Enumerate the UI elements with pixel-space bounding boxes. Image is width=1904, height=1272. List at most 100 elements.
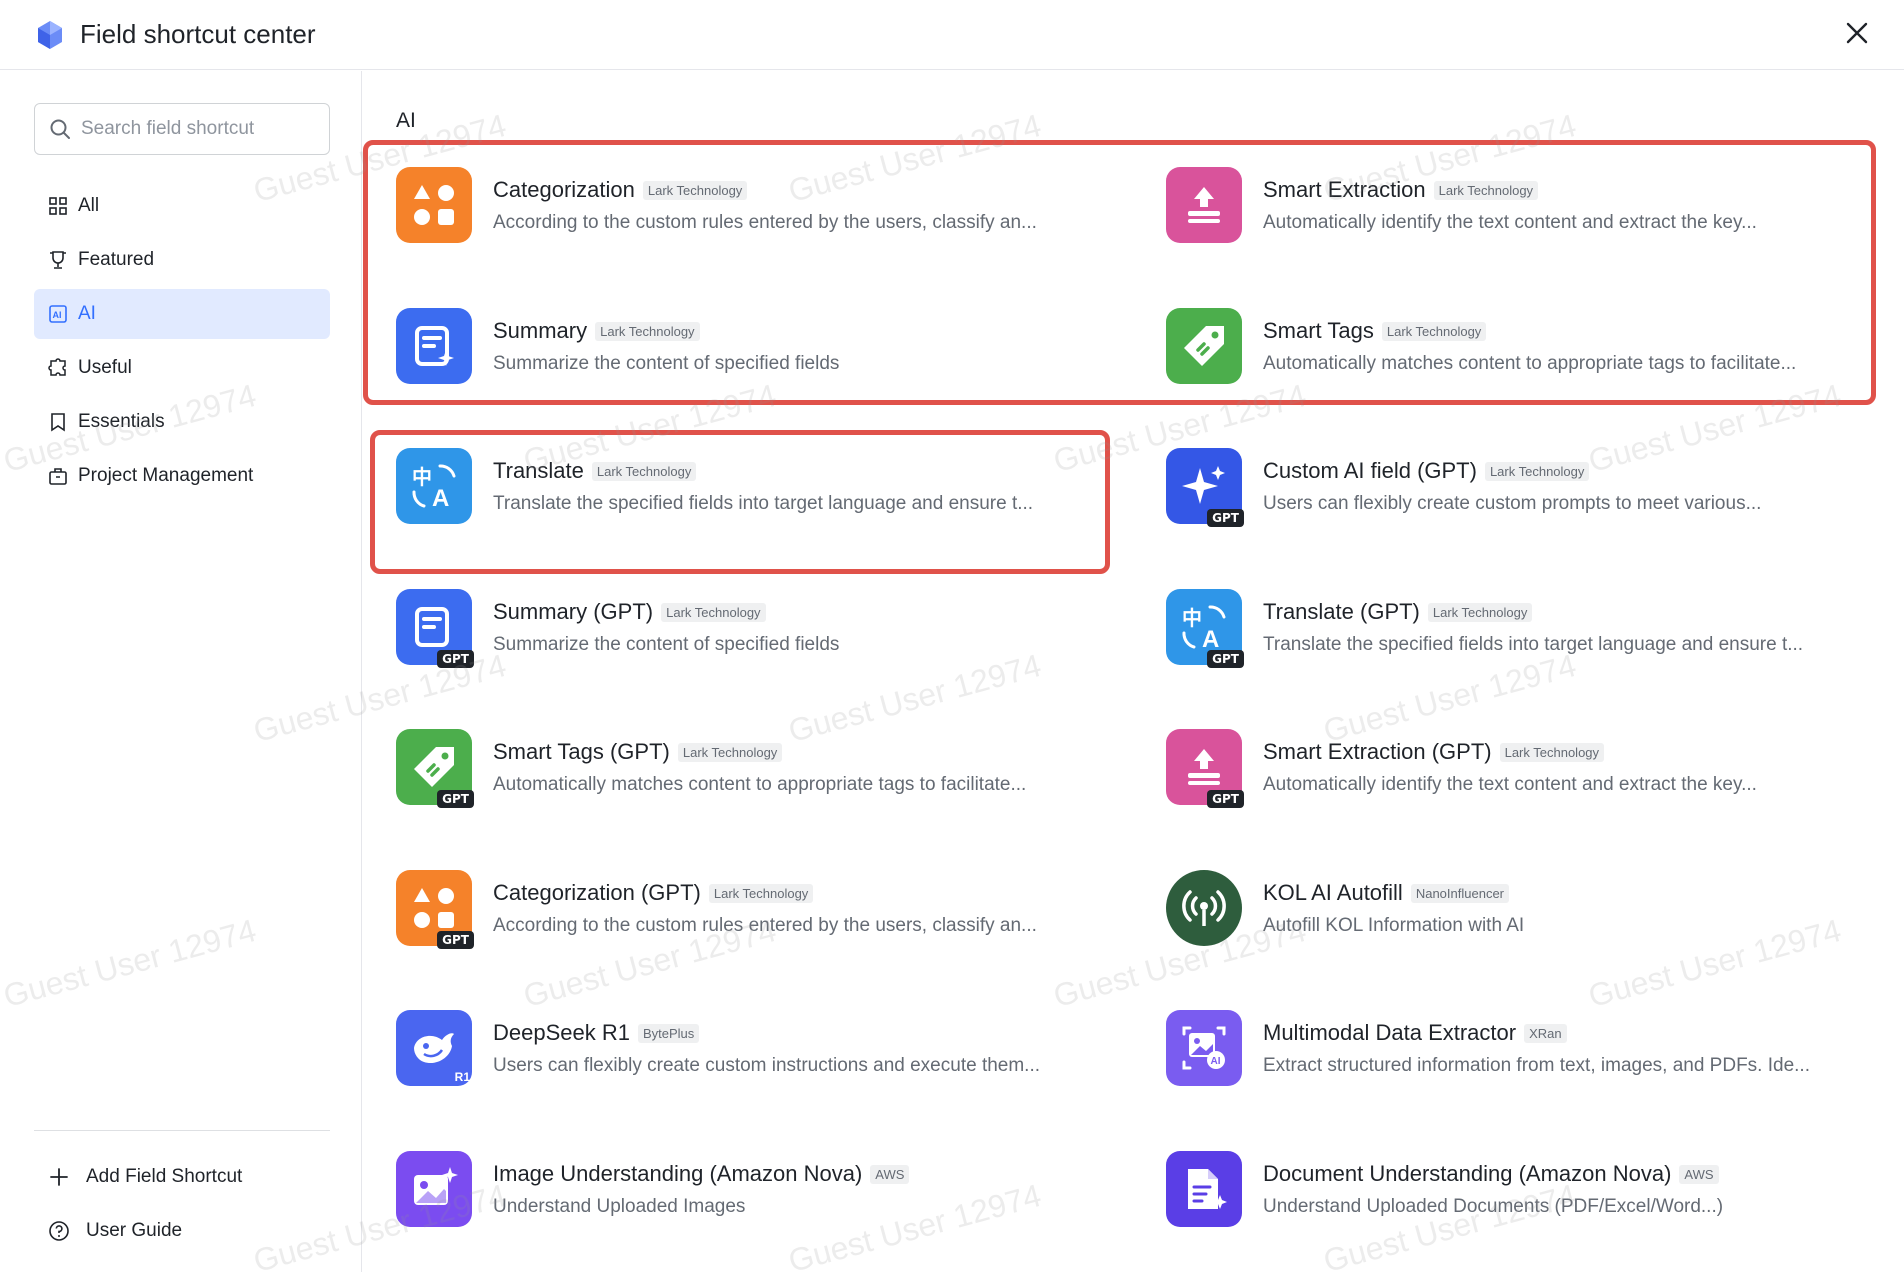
provider-badge: BytePlus bbox=[637, 1023, 700, 1043]
card-description: Summarize the content of specified field… bbox=[493, 353, 840, 374]
gpt-badge: GPT bbox=[1207, 790, 1244, 808]
card-description: Users can flexibly create custom instruc… bbox=[493, 1055, 1041, 1076]
card-title: Smart Tags bbox=[1263, 318, 1374, 343]
user-guide-button[interactable]: User Guide bbox=[34, 1207, 330, 1255]
sidebar-item-project-management[interactable]: Project Management bbox=[34, 451, 330, 501]
provider-badge: Lark Technology bbox=[1433, 180, 1539, 200]
sidebar-item-featured[interactable]: Featured bbox=[34, 235, 330, 285]
card-description: According to the custom rules entered by… bbox=[493, 212, 1037, 233]
sidebar-item-label: Essentials bbox=[78, 411, 165, 432]
search-input[interactable] bbox=[81, 118, 321, 140]
whale-icon: R1 bbox=[396, 1010, 472, 1086]
card-description: Automatically identify the text content … bbox=[1263, 774, 1757, 795]
sparkle-icon: GPT bbox=[1166, 448, 1244, 527]
provider-badge: Lark Technology bbox=[708, 883, 814, 903]
card-title: Smart Extraction (GPT) bbox=[1263, 739, 1492, 764]
gpt-badge: GPT bbox=[437, 931, 474, 949]
card-description: Extract structured information from text… bbox=[1263, 1055, 1810, 1076]
provider-badge: Lark Technology bbox=[591, 461, 697, 481]
sidebar: All Featured AI AI Useful Essentials Pro… bbox=[0, 71, 362, 1272]
shortcut-card[interactable]: AI Multimodal Data Extractor XRan Extract… bbox=[1166, 1010, 1904, 1110]
card-description: Automatically identify the text content … bbox=[1263, 212, 1757, 233]
grid-icon bbox=[49, 197, 67, 215]
svg-text:A: A bbox=[1202, 626, 1219, 651]
shortcut-card[interactable]: 中A Translate Lark Technology Translate th… bbox=[396, 448, 1136, 548]
svg-text:中: 中 bbox=[412, 465, 432, 489]
add-field-shortcut-label: Add Field Shortcut bbox=[86, 1166, 243, 1187]
provider-badge: NanoInfluencer bbox=[1410, 883, 1509, 903]
provider-badge: Lark Technology bbox=[1499, 742, 1605, 762]
tag-icon: GPT bbox=[396, 729, 474, 808]
shortcut-card[interactable]: 中A GPT Translate (GPT) Lark Technology Tr… bbox=[1166, 589, 1904, 689]
sidebar-item-essentials[interactable]: Essentials bbox=[34, 397, 330, 447]
card-title: DeepSeek R1 bbox=[493, 1020, 630, 1045]
sidebar-item-label: Useful bbox=[78, 357, 132, 378]
broadcast-icon bbox=[1166, 870, 1242, 946]
categorize-icon: GPT bbox=[396, 870, 474, 949]
sidebar-item-label: All bbox=[78, 195, 100, 216]
card-description: Autofill KOL Information with AI bbox=[1263, 915, 1525, 936]
card-description: Automatically matches content to appropr… bbox=[493, 774, 1027, 795]
categorize-icon bbox=[396, 167, 472, 243]
dialog-header: Field shortcut center bbox=[0, 0, 1904, 70]
extract-icon: GPT bbox=[1166, 729, 1244, 808]
svg-text:A: A bbox=[432, 485, 449, 510]
card-description: Translate the specified fields into targ… bbox=[1263, 634, 1804, 655]
search-box[interactable] bbox=[34, 103, 330, 155]
shortcut-card[interactable]: Smart Extraction Lark Technology Automati… bbox=[1166, 167, 1904, 267]
card-title: Categorization (GPT) bbox=[493, 880, 701, 905]
gpt-badge: GPT bbox=[437, 790, 474, 808]
category-nav: All Featured AI AI Useful Essentials Pro… bbox=[34, 181, 330, 505]
shortcut-card[interactable]: Summary Lark Technology Summarize the con… bbox=[396, 308, 1136, 408]
card-title: Translate (GPT) bbox=[1263, 599, 1420, 624]
sidebar-item-label: Project Management bbox=[78, 465, 254, 486]
plus-icon bbox=[50, 1168, 68, 1186]
provider-badge: AWS bbox=[1679, 1164, 1719, 1184]
shortcut-card[interactable]: GPT Smart Extraction (GPT) Lark Technolog… bbox=[1166, 729, 1904, 829]
shortcut-card[interactable]: GPT Custom AI field (GPT) Lark Technology… bbox=[1166, 448, 1904, 548]
shortcut-card[interactable]: Categorization Lark Technology According … bbox=[396, 167, 1136, 267]
svg-text:AI: AI bbox=[1211, 1056, 1221, 1067]
shortcut-card[interactable]: R1 DeepSeek R1 BytePlus Users can flexibl… bbox=[396, 1010, 1136, 1110]
ai-icon: AI bbox=[49, 305, 67, 323]
card-description: Automatically matches content to appropr… bbox=[1263, 353, 1797, 374]
provider-badge: AWS bbox=[870, 1164, 910, 1184]
provider-badge: Lark Technology bbox=[1381, 321, 1487, 341]
search-icon bbox=[50, 119, 70, 139]
document-icon bbox=[1166, 1151, 1242, 1227]
trophy-icon bbox=[50, 251, 66, 269]
card-title: Image Understanding (Amazon Nova) bbox=[493, 1161, 863, 1186]
puzzle-icon bbox=[48, 358, 66, 376]
sidebar-item-useful[interactable]: Useful bbox=[34, 343, 330, 393]
shortcut-card[interactable]: Document Understanding (Amazon Nova) AWS … bbox=[1166, 1151, 1904, 1251]
briefcase-icon bbox=[49, 468, 67, 485]
shortcut-card[interactable]: GPT Smart Tags (GPT) Lark Technology Auto… bbox=[396, 729, 1136, 829]
close-icon[interactable] bbox=[1840, 16, 1874, 50]
shortcut-card[interactable]: KOL AI Autofill NanoInfluencer Autofill K… bbox=[1166, 870, 1904, 970]
add-field-shortcut-button[interactable]: Add Field Shortcut bbox=[34, 1153, 330, 1201]
tag-icon bbox=[1166, 308, 1242, 384]
shortcut-card[interactable]: GPT Summary (GPT) Lark Technology Summari… bbox=[396, 589, 1136, 689]
card-title: KOL AI Autofill bbox=[1263, 880, 1403, 905]
sidebar-item-label: Featured bbox=[78, 249, 155, 270]
sidebar-item-ai[interactable]: AI AI bbox=[34, 289, 330, 339]
card-description: Users can flexibly create custom prompts… bbox=[1263, 493, 1762, 514]
card-title: Smart Extraction bbox=[1263, 177, 1426, 202]
card-title: Smart Tags (GPT) bbox=[493, 739, 670, 764]
translate-icon: 中A bbox=[396, 448, 472, 524]
shortcut-card[interactable]: Image Understanding (Amazon Nova) AWS Und… bbox=[396, 1151, 1136, 1251]
card-title: Summary (GPT) bbox=[493, 599, 654, 624]
main-content: AI Categorization Lark Technology Accordi… bbox=[363, 71, 1904, 1272]
sidebar-divider bbox=[34, 1130, 330, 1131]
shortcut-card[interactable]: GPT Categorization (GPT) Lark Technology … bbox=[396, 870, 1136, 970]
card-title: Document Understanding (Amazon Nova) bbox=[1263, 1161, 1672, 1186]
dialog-title: Field shortcut center bbox=[80, 19, 316, 49]
image-ai-icon: AI bbox=[1166, 1010, 1242, 1086]
app-logo-icon bbox=[38, 20, 62, 49]
shortcut-card[interactable]: Smart Tags Lark Technology Automatically … bbox=[1166, 308, 1904, 408]
card-description: According to the custom rules entered by… bbox=[493, 915, 1037, 936]
card-title: Summary bbox=[493, 318, 588, 343]
section-title: AI bbox=[396, 109, 416, 132]
sidebar-item-all[interactable]: All bbox=[34, 181, 330, 231]
summary-icon: GPT bbox=[396, 589, 474, 668]
